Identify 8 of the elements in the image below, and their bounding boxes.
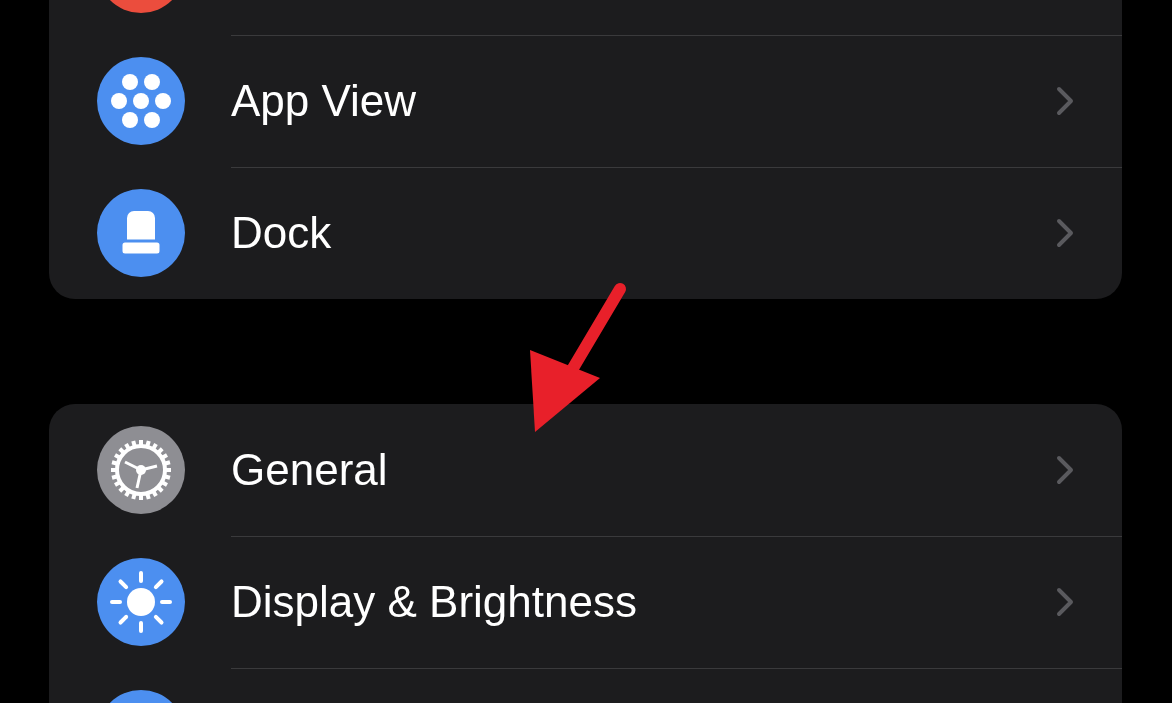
settings-item[interactable]: Dock	[231, 200, 1010, 266]
settings-item[interactable]: General	[231, 437, 1010, 503]
chevron-icon	[1056, 218, 1074, 248]
chevron-icon	[1056, 455, 1074, 485]
chevron-icon	[1056, 587, 1074, 617]
chevron-icon	[1056, 86, 1074, 116]
settings-item[interactable]: Display & Brightness	[231, 569, 1010, 635]
settings-item[interactable]: App View	[231, 68, 1010, 134]
